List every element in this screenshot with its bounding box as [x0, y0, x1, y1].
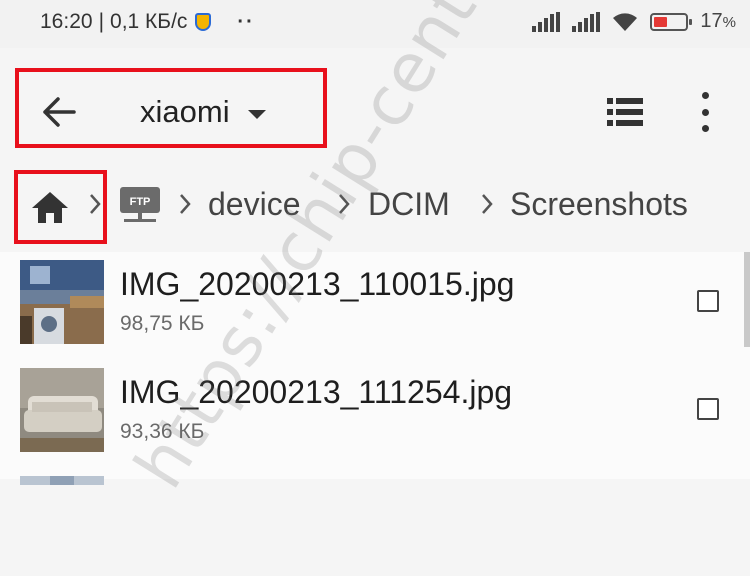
list-view-icon	[607, 98, 643, 126]
more-vert-icon[interactable]	[693, 92, 717, 132]
battery-percent: 17%	[700, 10, 736, 32]
file-name: IMG_20200213_110015.jpg	[120, 266, 515, 302]
back-arrow-icon	[43, 97, 76, 127]
chevron-right-icon	[90, 194, 101, 214]
status-bar: 16:20 | 0,1 КБ/с ·· 17%	[0, 0, 750, 48]
signal-icon	[532, 11, 561, 32]
file-checkbox[interactable]	[697, 290, 719, 312]
wifi-icon	[613, 12, 638, 31]
status-separator: |	[98, 10, 105, 33]
list-item[interactable]: IMG_20200213_111254.jpg 93,36 КБ	[0, 360, 750, 468]
status-right: 17%	[532, 10, 736, 33]
shield-icon	[195, 13, 212, 31]
file-size: 93,36 КБ	[120, 420, 205, 443]
list-item[interactable]	[0, 468, 750, 576]
breadcrumb-item-dcim[interactable]: DCIM	[368, 186, 450, 223]
ftp-server-icon[interactable]: FTP	[118, 185, 162, 225]
chevron-right-icon	[339, 194, 350, 214]
chevron-right-icon	[482, 194, 493, 214]
file-size: 98,75 КБ	[120, 312, 205, 335]
thumbnail-partial	[20, 474, 104, 485]
server-selector[interactable]: xiaomi	[140, 90, 266, 134]
breadcrumb: FTP device DCIM Screenshots	[0, 168, 750, 246]
file-list: IMG_20200213_110015.jpg 98,75 КБ IMG_202…	[0, 252, 750, 485]
toolbar: xiaomi	[0, 62, 750, 162]
signal-icon	[572, 11, 601, 32]
home-icon[interactable]	[30, 190, 70, 224]
thumbnail-sofa	[20, 368, 104, 452]
svg-text:FTP: FTP	[130, 196, 151, 208]
list-item[interactable]: IMG_20200213_110015.jpg 98,75 КБ	[0, 252, 750, 360]
status-left: 16:20 | 0,1 КБ/с ··	[40, 10, 255, 34]
breadcrumb-item-screenshots[interactable]: Screenshots	[510, 186, 688, 223]
status-speed: 0,1 КБ/с	[110, 10, 188, 33]
server-name: xiaomi	[140, 94, 230, 129]
back-button[interactable]	[34, 87, 84, 137]
breadcrumb-item-device[interactable]: device	[208, 186, 301, 223]
more-dots-icon: ··	[237, 10, 255, 33]
list-view-button[interactable]	[605, 94, 645, 130]
battery-icon	[650, 12, 693, 31]
file-name: IMG_20200213_111254.jpg	[120, 374, 513, 410]
chevron-right-icon	[180, 194, 191, 214]
dropdown-caret-icon	[247, 109, 266, 119]
thumbnail-kitchen	[20, 260, 104, 344]
status-time: 16:20	[40, 10, 93, 33]
file-checkbox[interactable]	[697, 398, 719, 420]
